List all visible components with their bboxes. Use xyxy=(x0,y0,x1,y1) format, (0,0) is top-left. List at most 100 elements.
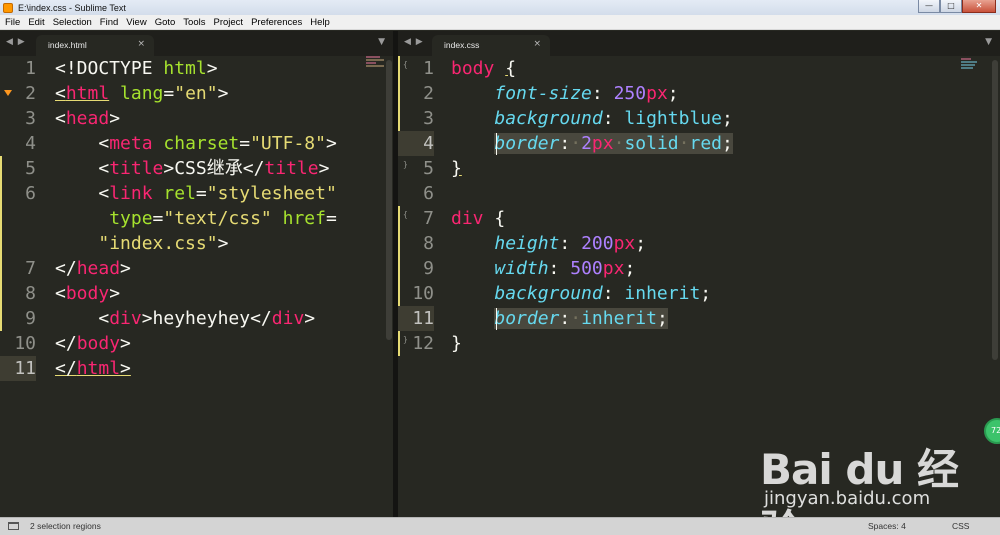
tag-name: title xyxy=(264,158,319,179)
punctuation: : xyxy=(559,133,571,154)
menu-edit[interactable]: Edit xyxy=(24,17,48,28)
line-gutter: 1 2 3 4 5 6 7 8 9 10 11 xyxy=(0,56,50,517)
line-gutter: { { } } 1 2 3 4 5 6 7 8 9 10 11 12 xyxy=(398,56,448,517)
minimize-button[interactable]: — xyxy=(918,0,940,13)
code-line: div { xyxy=(451,206,505,231)
indentation-status[interactable]: Spaces: 4 xyxy=(868,521,906,531)
tab-close-icon[interactable]: × xyxy=(137,39,145,49)
menu-preferences[interactable]: Preferences xyxy=(247,17,306,28)
punctuation: > xyxy=(141,308,153,329)
line-number: 11 xyxy=(398,306,434,331)
tab-index-html[interactable]: index.html × xyxy=(36,35,154,56)
punctuation: : xyxy=(559,233,582,254)
tab-index-css[interactable]: index.css × xyxy=(432,35,550,56)
punctuation: < xyxy=(55,83,66,104)
code-line: width: 500px; xyxy=(451,256,635,281)
fold-open-icon[interactable]: { xyxy=(403,60,408,69)
tag-name: html xyxy=(76,358,121,379)
code-line: <link rel="stylesheet" xyxy=(55,181,337,206)
line-number: 4 xyxy=(398,131,434,156)
tab-nav-arrows-icon[interactable]: ◀ ▶ xyxy=(404,37,424,47)
minimap[interactable] xyxy=(366,56,388,96)
punctuation: </ xyxy=(55,358,77,379)
menu-tools[interactable]: Tools xyxy=(179,17,209,28)
punctuation: > xyxy=(217,83,229,104)
punctuation: > xyxy=(304,308,316,329)
menu-find[interactable]: Find xyxy=(96,17,122,28)
fold-close-icon[interactable]: } xyxy=(403,160,408,169)
vertical-scrollbar[interactable] xyxy=(992,60,998,360)
line-number: 2 xyxy=(423,83,434,104)
punctuation: > xyxy=(206,58,218,79)
line-number: 4 xyxy=(25,133,36,154)
css-value: red xyxy=(689,133,722,154)
css-unit: px xyxy=(613,233,636,254)
text-cursor xyxy=(496,133,497,155)
punctuation: </ xyxy=(242,158,265,179)
line-number: 5 xyxy=(25,158,36,179)
css-property: font-size xyxy=(494,83,592,104)
selection-region: border:·2px·solid·red; xyxy=(494,133,733,154)
minimap[interactable] xyxy=(961,58,983,98)
menu-project[interactable]: Project xyxy=(209,17,247,28)
tab-close-icon[interactable]: × xyxy=(533,39,541,49)
tab-label: index.css xyxy=(444,40,480,50)
minimap-line xyxy=(366,56,380,58)
menu-selection[interactable]: Selection xyxy=(49,17,96,28)
punctuation: = xyxy=(325,208,337,229)
css-value: inherit xyxy=(581,308,657,329)
window-controls: — □ ✕ xyxy=(918,0,996,13)
code-line: <html lang="en"> xyxy=(55,81,228,106)
menu-help[interactable]: Help xyxy=(306,17,334,28)
punctuation: : xyxy=(602,283,625,304)
tag-name: html xyxy=(65,83,110,104)
menu-view[interactable]: View xyxy=(122,17,150,28)
syntax-status[interactable]: CSS xyxy=(952,521,969,531)
sublime-app-icon xyxy=(3,2,13,13)
punctuation: > xyxy=(318,158,330,179)
panel-toggle-icon[interactable] xyxy=(8,522,19,530)
tag-name: title xyxy=(109,158,164,179)
editor-pane-html[interactable]: 1 2 3 4 5 6 7 8 9 10 11 <!DOCTYPE html> … xyxy=(0,56,393,517)
css-number: 250 xyxy=(613,83,647,104)
tab-nav-arrows-icon[interactable]: ◀ ▶ xyxy=(6,37,26,47)
attribute-value: "stylesheet" xyxy=(206,183,337,204)
punctuation: > xyxy=(217,233,229,254)
line-number: 8 xyxy=(25,283,36,304)
tag-name: link xyxy=(109,183,153,204)
minimap-line xyxy=(366,65,384,67)
attribute-value: "UTF-8" xyxy=(250,133,326,154)
code-line: height: 200px; xyxy=(451,231,646,256)
tab-dropdown-icon[interactable]: ▼ xyxy=(378,37,385,47)
code-line: font-size: 250px; xyxy=(451,81,678,106)
menu-bar: File Edit Selection Find View Goto Tools… xyxy=(0,15,1000,30)
tab-dropdown-icon[interactable]: ▼ xyxy=(985,37,992,47)
line-number: 5 xyxy=(423,158,434,179)
punctuation: < xyxy=(55,108,66,129)
menu-file[interactable]: File xyxy=(0,17,24,28)
minimap-line xyxy=(366,59,384,61)
code-area-html[interactable]: <!DOCTYPE html> <html lang="en"> <head> … xyxy=(55,56,365,517)
css-number: 2 xyxy=(581,133,592,154)
fold-close-icon[interactable]: } xyxy=(403,335,408,344)
minimap-line xyxy=(366,62,376,64)
code-line: body { xyxy=(451,56,516,81)
line-number: 1 xyxy=(25,58,36,79)
line-number: 9 xyxy=(25,308,36,329)
tag-name: head xyxy=(76,258,121,279)
punctuation: > xyxy=(163,158,175,179)
maximize-button[interactable]: □ xyxy=(940,0,962,13)
close-window-button[interactable]: ✕ xyxy=(962,0,996,13)
fold-open-icon[interactable]: { xyxy=(403,210,408,219)
vertical-scrollbar[interactable] xyxy=(386,60,392,340)
brace: } xyxy=(451,333,462,354)
punctuation: ; xyxy=(635,233,647,254)
menu-goto[interactable]: Goto xyxy=(151,17,180,28)
code-line: border:·inherit; xyxy=(451,306,668,331)
code-line: } xyxy=(451,156,462,181)
